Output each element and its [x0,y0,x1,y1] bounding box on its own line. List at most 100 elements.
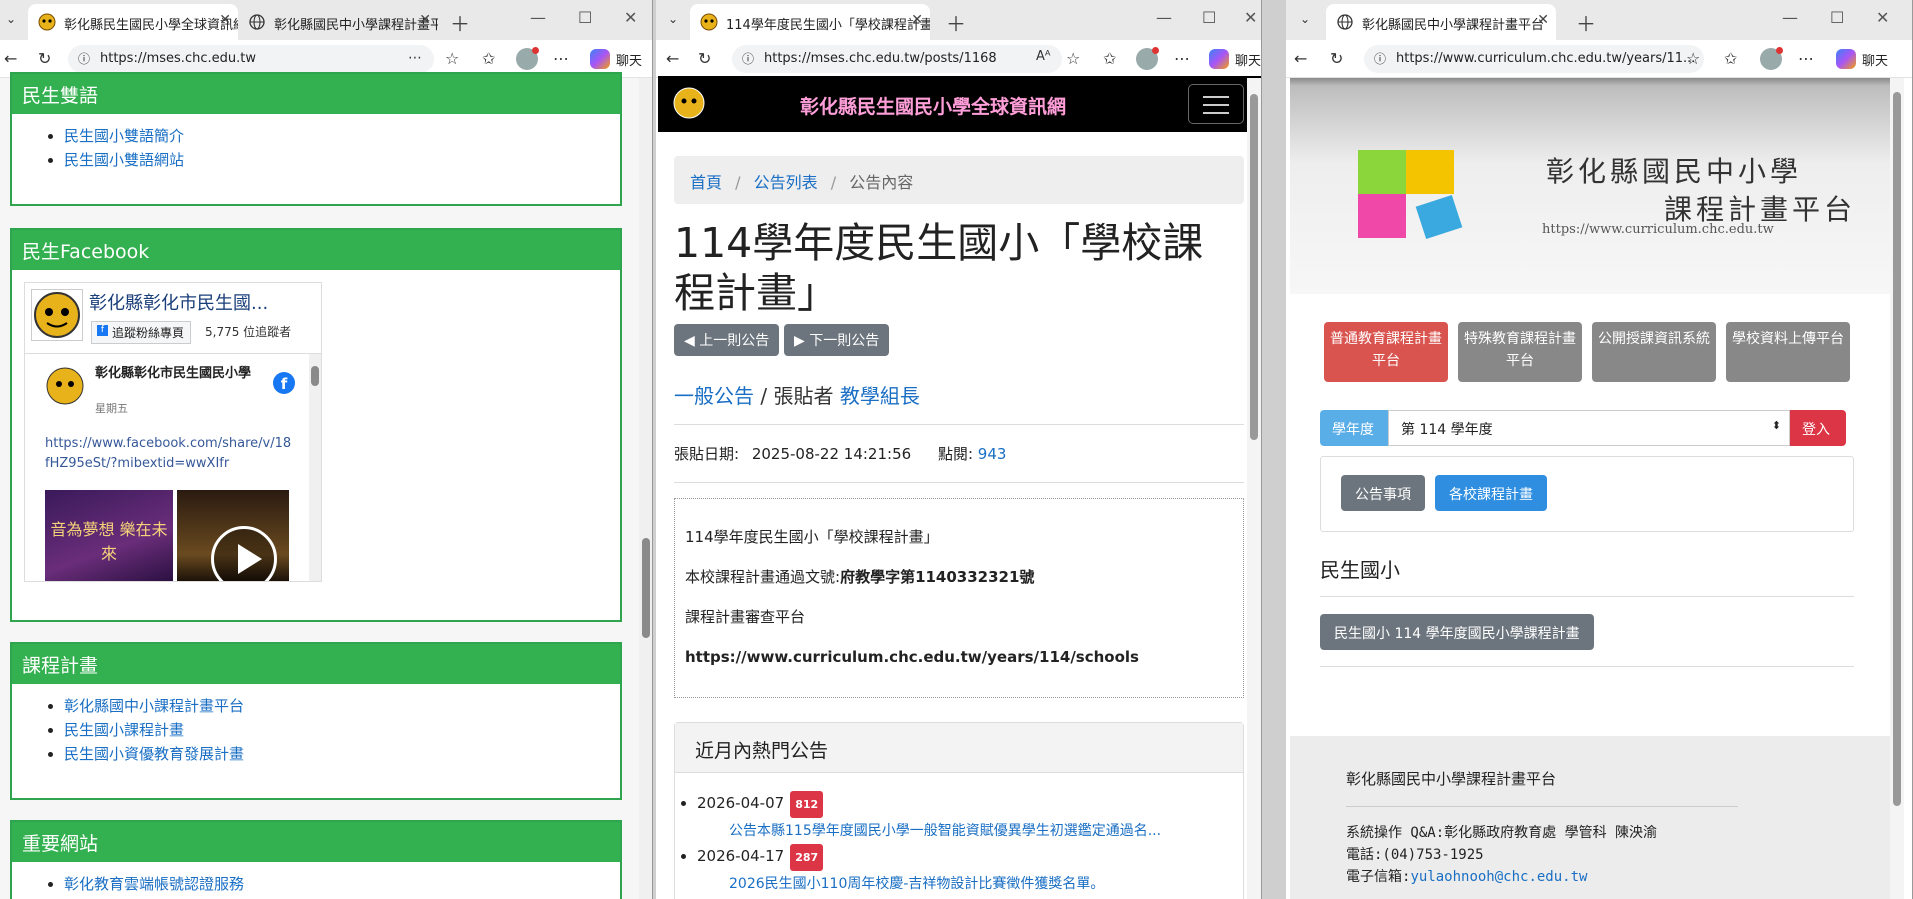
link-edu-cloud[interactable]: 彰化教育雲端帳號認證服務 [64,875,244,893]
hot-link[interactable]: 公告本縣115學年度國民小學一般智能資賦優異學生初選鑑定通過名... [729,823,1161,839]
minimize-icon[interactable]: — [1782,8,1798,27]
url-field[interactable]: ⓘ https://www.curriculum.chc.edu.tw/year… [1364,45,1704,73]
new-tab-icon[interactable]: ＋ [450,8,470,37]
tab-curriculum[interactable]: 彰化縣國民中小學課程計畫平台 ✕ [1326,4,1556,40]
post-author[interactable]: 彰化縣彰化市民生國民小學 [95,366,265,382]
link-school-curriculum[interactable]: 民生國小課程計畫 [64,721,184,739]
new-tab-icon[interactable]: ＋ [1576,8,1596,37]
post-image[interactable]: 音為夢想 樂在未來 [45,490,173,581]
link-county-curriculum[interactable]: 彰化縣國中小課程計畫平台 [64,697,244,715]
close-tab-icon[interactable]: ✕ [419,12,431,28]
fb-scrollbar[interactable] [309,354,321,581]
tab-list-chevron-icon[interactable]: ⌄ [668,12,682,26]
copilot-icon[interactable] [590,49,610,69]
post-link[interactable]: https://www.facebook.com/share/v/18fHZ95… [45,434,293,474]
chat-label[interactable]: 聊天 [1862,50,1888,69]
tab-list-chevron-icon[interactable]: ⌄ [1300,12,1314,26]
favorite-star-icon[interactable]: ☆ [445,49,459,68]
nav-general-curriculum-button[interactable]: 普通教育課程計畫平台 [1324,322,1448,382]
tab-school-site[interactable]: 彰化縣民生國民小學全球資訊網 ✕ [28,4,238,40]
poster-link[interactable]: 教學組長 [840,384,920,408]
link-bilingual-intro[interactable]: 民生國小雙語簡介 [64,127,184,145]
url-field[interactable]: ⓘ https://mses.chc.edu.tw [68,45,434,73]
favorites-icon[interactable]: ✩ [482,49,495,68]
site-info-icon[interactable]: ⓘ [78,50,90,67]
minimize-icon[interactable]: — [1156,8,1172,27]
close-tab-icon[interactable]: ✕ [219,12,231,28]
link-gifted-plan[interactable]: 民生國小資優教育發展計畫 [64,745,244,763]
close-window-icon[interactable]: ✕ [1876,8,1889,27]
year-select[interactable]: 第 114 學年度 ⬍ [1388,410,1790,446]
scroll-thumb[interactable] [642,538,650,638]
more-menu-icon[interactable]: ⋯ [553,49,569,68]
profile-avatar[interactable] [516,47,539,70]
site-info-icon[interactable]: ⓘ [1374,50,1386,67]
breadcrumb-list[interactable]: 公告列表 [754,173,818,192]
facebook-icon[interactable]: f [273,372,295,394]
menu-toggle-button[interactable] [1188,84,1244,124]
school-plan-button[interactable]: 民生國小 114 學年度國民小學課程計畫 [1320,614,1594,650]
favorite-star-icon[interactable]: ☆ [1066,49,1080,68]
site-info-icon[interactable]: ⓘ [742,50,754,67]
follow-button[interactable]: f 追蹤粉絲專頁 [91,321,192,344]
school-logo-icon[interactable] [672,86,706,120]
refresh-icon[interactable]: ↻ [1330,49,1343,68]
more-menu-icon[interactable]: ⋯ [1174,49,1190,68]
close-tab-icon[interactable]: ✕ [911,12,923,28]
login-button[interactable]: 登入 [1790,410,1846,446]
tab-list-chevron-icon[interactable]: ⌄ [6,12,20,26]
category-link[interactable]: 一般公告 [674,384,754,408]
school-plans-button[interactable]: 各校課程計畫 [1435,475,1547,511]
breadcrumb-home[interactable]: 首頁 [690,173,722,192]
page-logo[interactable] [31,289,83,341]
copilot-icon[interactable] [1209,49,1229,69]
post-author-avatar[interactable] [45,366,85,406]
reading-icon[interactable]: ⋯ [408,50,422,66]
favorites-icon[interactable]: ✩ [1103,49,1116,68]
announcements-button[interactable]: 公告事項 [1341,475,1425,511]
scroll-thumb[interactable] [1250,94,1258,440]
read-aloud-icon[interactable]: Aᴬ [1036,49,1051,64]
play-icon[interactable] [211,526,277,581]
refresh-icon[interactable]: ↻ [38,49,51,68]
nav-open-class-button[interactable]: 公開授課資訊系統 [1592,322,1716,382]
fb-scroll-thumb[interactable] [311,366,319,386]
next-post-button[interactable]: ▶ 下一則公告 [784,324,890,356]
back-icon[interactable]: ← [1294,49,1307,68]
page-scrollbar[interactable] [1247,78,1261,899]
favorites-icon[interactable]: ✩ [1724,49,1737,68]
tab-curriculum-site[interactable]: 彰化縣國民中小學課程計畫平台 ✕ [238,4,438,40]
nav-special-curriculum-button[interactable]: 特殊教育課程計畫平台 [1458,322,1582,382]
close-tab-icon[interactable]: ✕ [1537,12,1549,28]
profile-avatar[interactable] [1136,47,1159,70]
fb-page-name[interactable]: 彰化縣彰化市民生國... [89,289,268,315]
link-bilingual-site[interactable]: 民生國小雙語網站 [64,151,184,169]
post-video[interactable] [177,490,289,581]
more-menu-icon[interactable]: ⋯ [1798,49,1814,68]
refresh-icon[interactable]: ↻ [698,49,711,68]
minimize-icon[interactable]: — [530,8,546,27]
email-link[interactable]: yulaohnooh@chc.edu.tw [1410,869,1587,885]
chat-label[interactable]: 聊天 [1235,50,1261,69]
maximize-icon[interactable]: ☐ [578,8,592,27]
prev-post-button[interactable]: ◀ 上一則公告 [674,324,780,356]
back-icon[interactable]: ← [4,49,17,68]
tab-post[interactable]: 114學年度民生國小「學校課程計畫」 ✕ [690,4,930,40]
scroll-thumb[interactable] [1893,92,1901,806]
page-scrollbar[interactable] [1890,78,1904,899]
nav-upload-button[interactable]: 學校資料上傳平台 [1726,322,1850,382]
close-window-icon[interactable]: ✕ [624,8,637,27]
site-banner[interactable]: 彰化縣國民中小學 課程計畫平台 https://www.curriculum.c… [1290,78,1892,294]
url-field[interactable]: ⓘ https://mses.chc.edu.tw/posts/1168 [732,45,1062,73]
profile-avatar[interactable] [1760,47,1783,70]
back-icon[interactable]: ← [666,49,679,68]
page-scrollbar[interactable] [639,78,652,899]
hot-link[interactable]: 2026民生國小110周年校慶-吉祥物設計比賽徵件獲獎名單。 [729,876,1104,892]
favorite-star-icon[interactable]: ☆ [1686,49,1700,68]
maximize-icon[interactable]: ☐ [1830,8,1844,27]
new-tab-icon[interactable]: ＋ [946,8,966,37]
copilot-icon[interactable] [1836,49,1856,69]
chat-label[interactable]: 聊天 [616,50,642,69]
maximize-icon[interactable]: ☐ [1202,8,1216,27]
site-title[interactable]: 彰化縣民生國民小學全球資訊網 [800,92,1066,119]
